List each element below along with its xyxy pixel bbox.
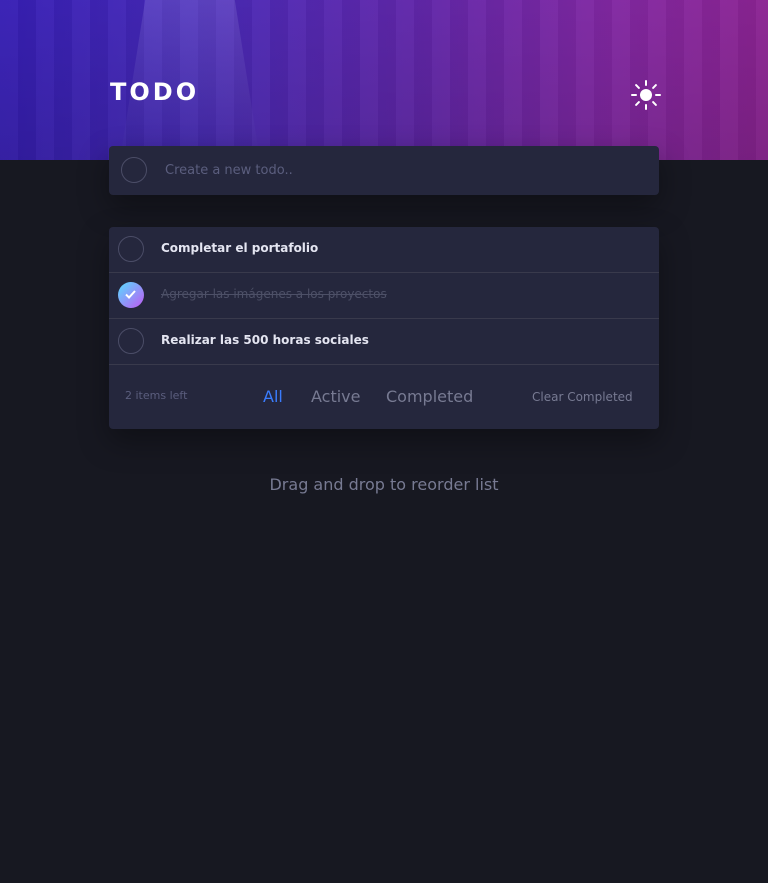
drag-drop-hint: Drag and drop to reorder list <box>269 475 499 494</box>
app-title: TODO <box>110 78 200 106</box>
todo-footer: 2 items left All Active Completed Clear … <box>109 365 659 429</box>
todo-text: Agregar las imágenes a los proyectos <box>161 287 387 301</box>
theme-toggle-button[interactable] <box>630 79 662 111</box>
todo-list: Completar el portafolio Agregar las imág… <box>109 227 659 429</box>
todo-text: Completar el portafolio <box>161 241 319 255</box>
todo-item[interactable]: Realizar las 500 horas sociales <box>109 319 659 365</box>
filter-all[interactable]: All <box>263 387 283 406</box>
todo-text: Realizar las 500 horas sociales <box>161 333 369 347</box>
todo-item[interactable]: Completar el portafolio <box>109 227 659 273</box>
check-icon <box>125 290 136 299</box>
new-todo-input[interactable] <box>165 158 635 182</box>
todo-checkbox-checked[interactable] <box>118 282 144 308</box>
filter-active[interactable]: Active <box>311 387 361 406</box>
sun-icon <box>631 80 661 110</box>
filter-completed[interactable]: Completed <box>386 387 473 406</box>
clear-completed-button[interactable]: Clear Completed <box>532 390 633 404</box>
new-todo-bar <box>109 146 659 195</box>
new-todo-circle[interactable] <box>121 157 147 183</box>
todo-checkbox[interactable] <box>118 236 144 262</box>
todo-item[interactable]: Agregar las imágenes a los proyectos <box>109 273 659 319</box>
items-left-count: 2 items left <box>125 389 188 402</box>
todo-checkbox[interactable] <box>118 328 144 354</box>
